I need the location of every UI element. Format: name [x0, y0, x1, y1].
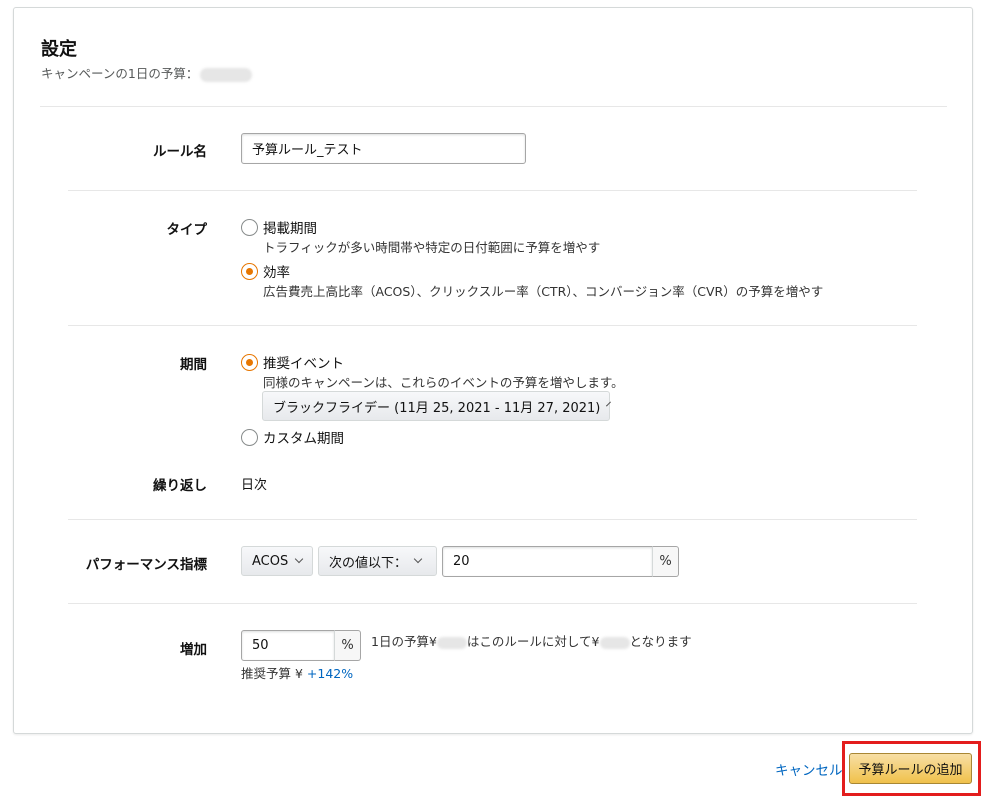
budget-info-suffix: となります: [629, 634, 692, 649]
redacted-value: [599, 636, 630, 649]
performance-label: パフォーマンス指標: [85, 557, 207, 573]
metric-select-value: ACOS: [252, 553, 289, 569]
condition-select[interactable]: 次の値以下：: [318, 546, 437, 576]
type-option-efficiency-description: 広告費売上高比率（ACOS）、クリックスルー率（CTR）、コンバージョン率（CV…: [263, 284, 824, 299]
period-option-recommended-description: 同様のキャンペーンは、これらのイベントの予算を増やします。: [263, 375, 624, 390]
type-option-duration-description: トラフィックが多い時間帯や特定の日付範囲に予算を増やす: [263, 240, 601, 255]
performance-unit: %: [652, 546, 679, 577]
period-option-custom[interactable]: カスタム期間: [241, 427, 344, 447]
page-title: 設定: [41, 39, 77, 60]
repeat-value: 日次: [241, 478, 268, 493]
event-select-value: ブラックフライデー (11月 25, 2021 - 11月 27, 2021): [273, 400, 601, 416]
redacted-budget: [200, 67, 253, 82]
condition-select-value: 次の値以下：: [329, 555, 408, 571]
type-option-duration-label: 掲載期間: [263, 221, 317, 237]
type-label: タイプ: [166, 222, 208, 238]
rule-name-label: ルール名: [153, 144, 207, 160]
period-option-custom-label: カスタム期間: [263, 431, 344, 447]
daily-budget-label: キャンペーンの1日の予算：: [41, 66, 199, 81]
cancel-link[interactable]: キャンセル: [775, 759, 843, 779]
recommended-budget-link[interactable]: +142%: [307, 666, 353, 681]
redacted-value: [436, 636, 467, 649]
event-select[interactable]: ブラックフライデー (11月 25, 2021 - 11月 27, 2021): [262, 391, 612, 421]
metric-select[interactable]: ACOS: [241, 546, 313, 576]
period-option-recommended-label: 推奨イベント: [263, 356, 344, 372]
add-budget-rule-button[interactable]: 予算ルールの追加: [849, 753, 972, 784]
increase-unit: %: [334, 630, 361, 661]
recommended-budget-prefix: 推奨予算 ¥: [241, 666, 307, 681]
divider: [68, 325, 917, 326]
divider: [68, 519, 917, 520]
budget-info-middle: はこのルールに対して¥: [466, 634, 600, 649]
divider: [40, 106, 947, 107]
radio-duration[interactable]: [241, 218, 258, 236]
performance-value-input[interactable]: [442, 546, 653, 577]
radio-recommended[interactable]: [241, 353, 258, 371]
rule-name-input[interactable]: [241, 133, 526, 164]
radio-efficiency[interactable]: [241, 262, 258, 280]
increase-label: 増加: [180, 642, 207, 658]
divider: [68, 603, 917, 604]
type-option-efficiency[interactable]: 効率: [241, 261, 290, 281]
period-label: 期間: [180, 357, 207, 373]
daily-budget-subtitle: キャンペーンの1日の予算：: [41, 63, 253, 82]
chevron-down-icon: [294, 554, 304, 564]
budget-info: 1日の予算¥ はこのルールに対して¥ となります: [371, 631, 692, 650]
repeat-label: 繰り返し: [153, 478, 207, 494]
increase-value-input[interactable]: [241, 630, 335, 661]
type-option-duration[interactable]: 掲載期間: [241, 217, 317, 237]
radio-custom[interactable]: [241, 428, 258, 446]
recommended-budget: 推奨予算 ¥ +142%: [241, 663, 353, 682]
divider: [68, 190, 917, 191]
type-option-efficiency-label: 効率: [263, 265, 290, 281]
chevron-down-icon: [413, 554, 423, 564]
period-option-recommended[interactable]: 推奨イベント: [241, 352, 344, 372]
budget-info-prefix: 1日の予算¥: [371, 634, 437, 649]
